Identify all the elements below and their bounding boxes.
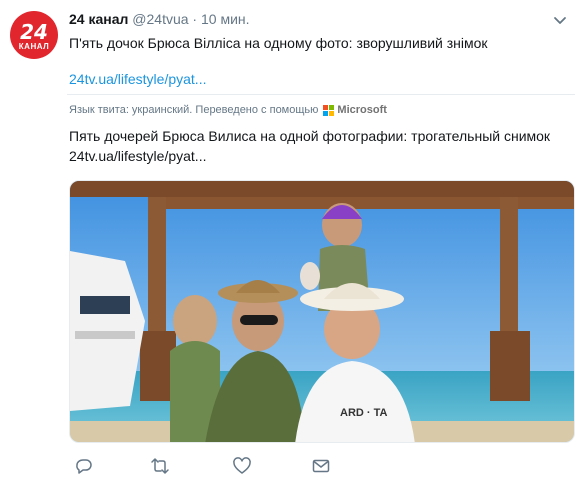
heart-icon[interactable] [232,456,252,476]
family-photo-image: ARD · TA [70,181,574,442]
translation-provider: Microsoft [337,104,387,116]
tweet-text: П'ять дочок Брюса Вілліса на одному фото… [69,35,488,51]
tweet-header: 24 канал @24tvua · 10 мин. [69,11,250,27]
envelope-icon[interactable] [311,456,331,476]
translated-link[interactable]: 24tv.ua/lifestyle/pyat... [69,148,206,164]
svg-text:ARD · TA: ARD · TA [340,407,388,419]
translation-note: Язык твита: украинский. Переведено с пом… [69,104,387,116]
tweet-link[interactable]: 24tv.ua/lifestyle/pyat... [69,71,206,87]
microsoft-logo-icon [323,104,335,116]
separator-dot: · [192,11,198,27]
reply-icon[interactable] [73,456,93,476]
translation-note-text: Язык твита: украинский. Переведено с пом… [69,104,319,116]
tweet-timestamp[interactable]: 10 мин. [201,11,250,27]
account-handle[interactable]: @24tvua [132,11,188,27]
avatar-logo-text: КАНАЛ [18,41,50,51]
tweet-photo[interactable]: ARD · TA [69,180,575,443]
retweet-icon[interactable] [150,456,170,476]
avatar[interactable]: 24 КАНАЛ [10,11,58,59]
avatar-logo-number: 24 [20,19,48,44]
account-name[interactable]: 24 канал [69,11,128,27]
chevron-down-icon[interactable] [553,13,567,27]
divider [67,94,575,95]
translated-text: Пять дочерей Брюса Вилиса на одной фотог… [69,128,551,144]
tweet-actions [0,456,580,478]
